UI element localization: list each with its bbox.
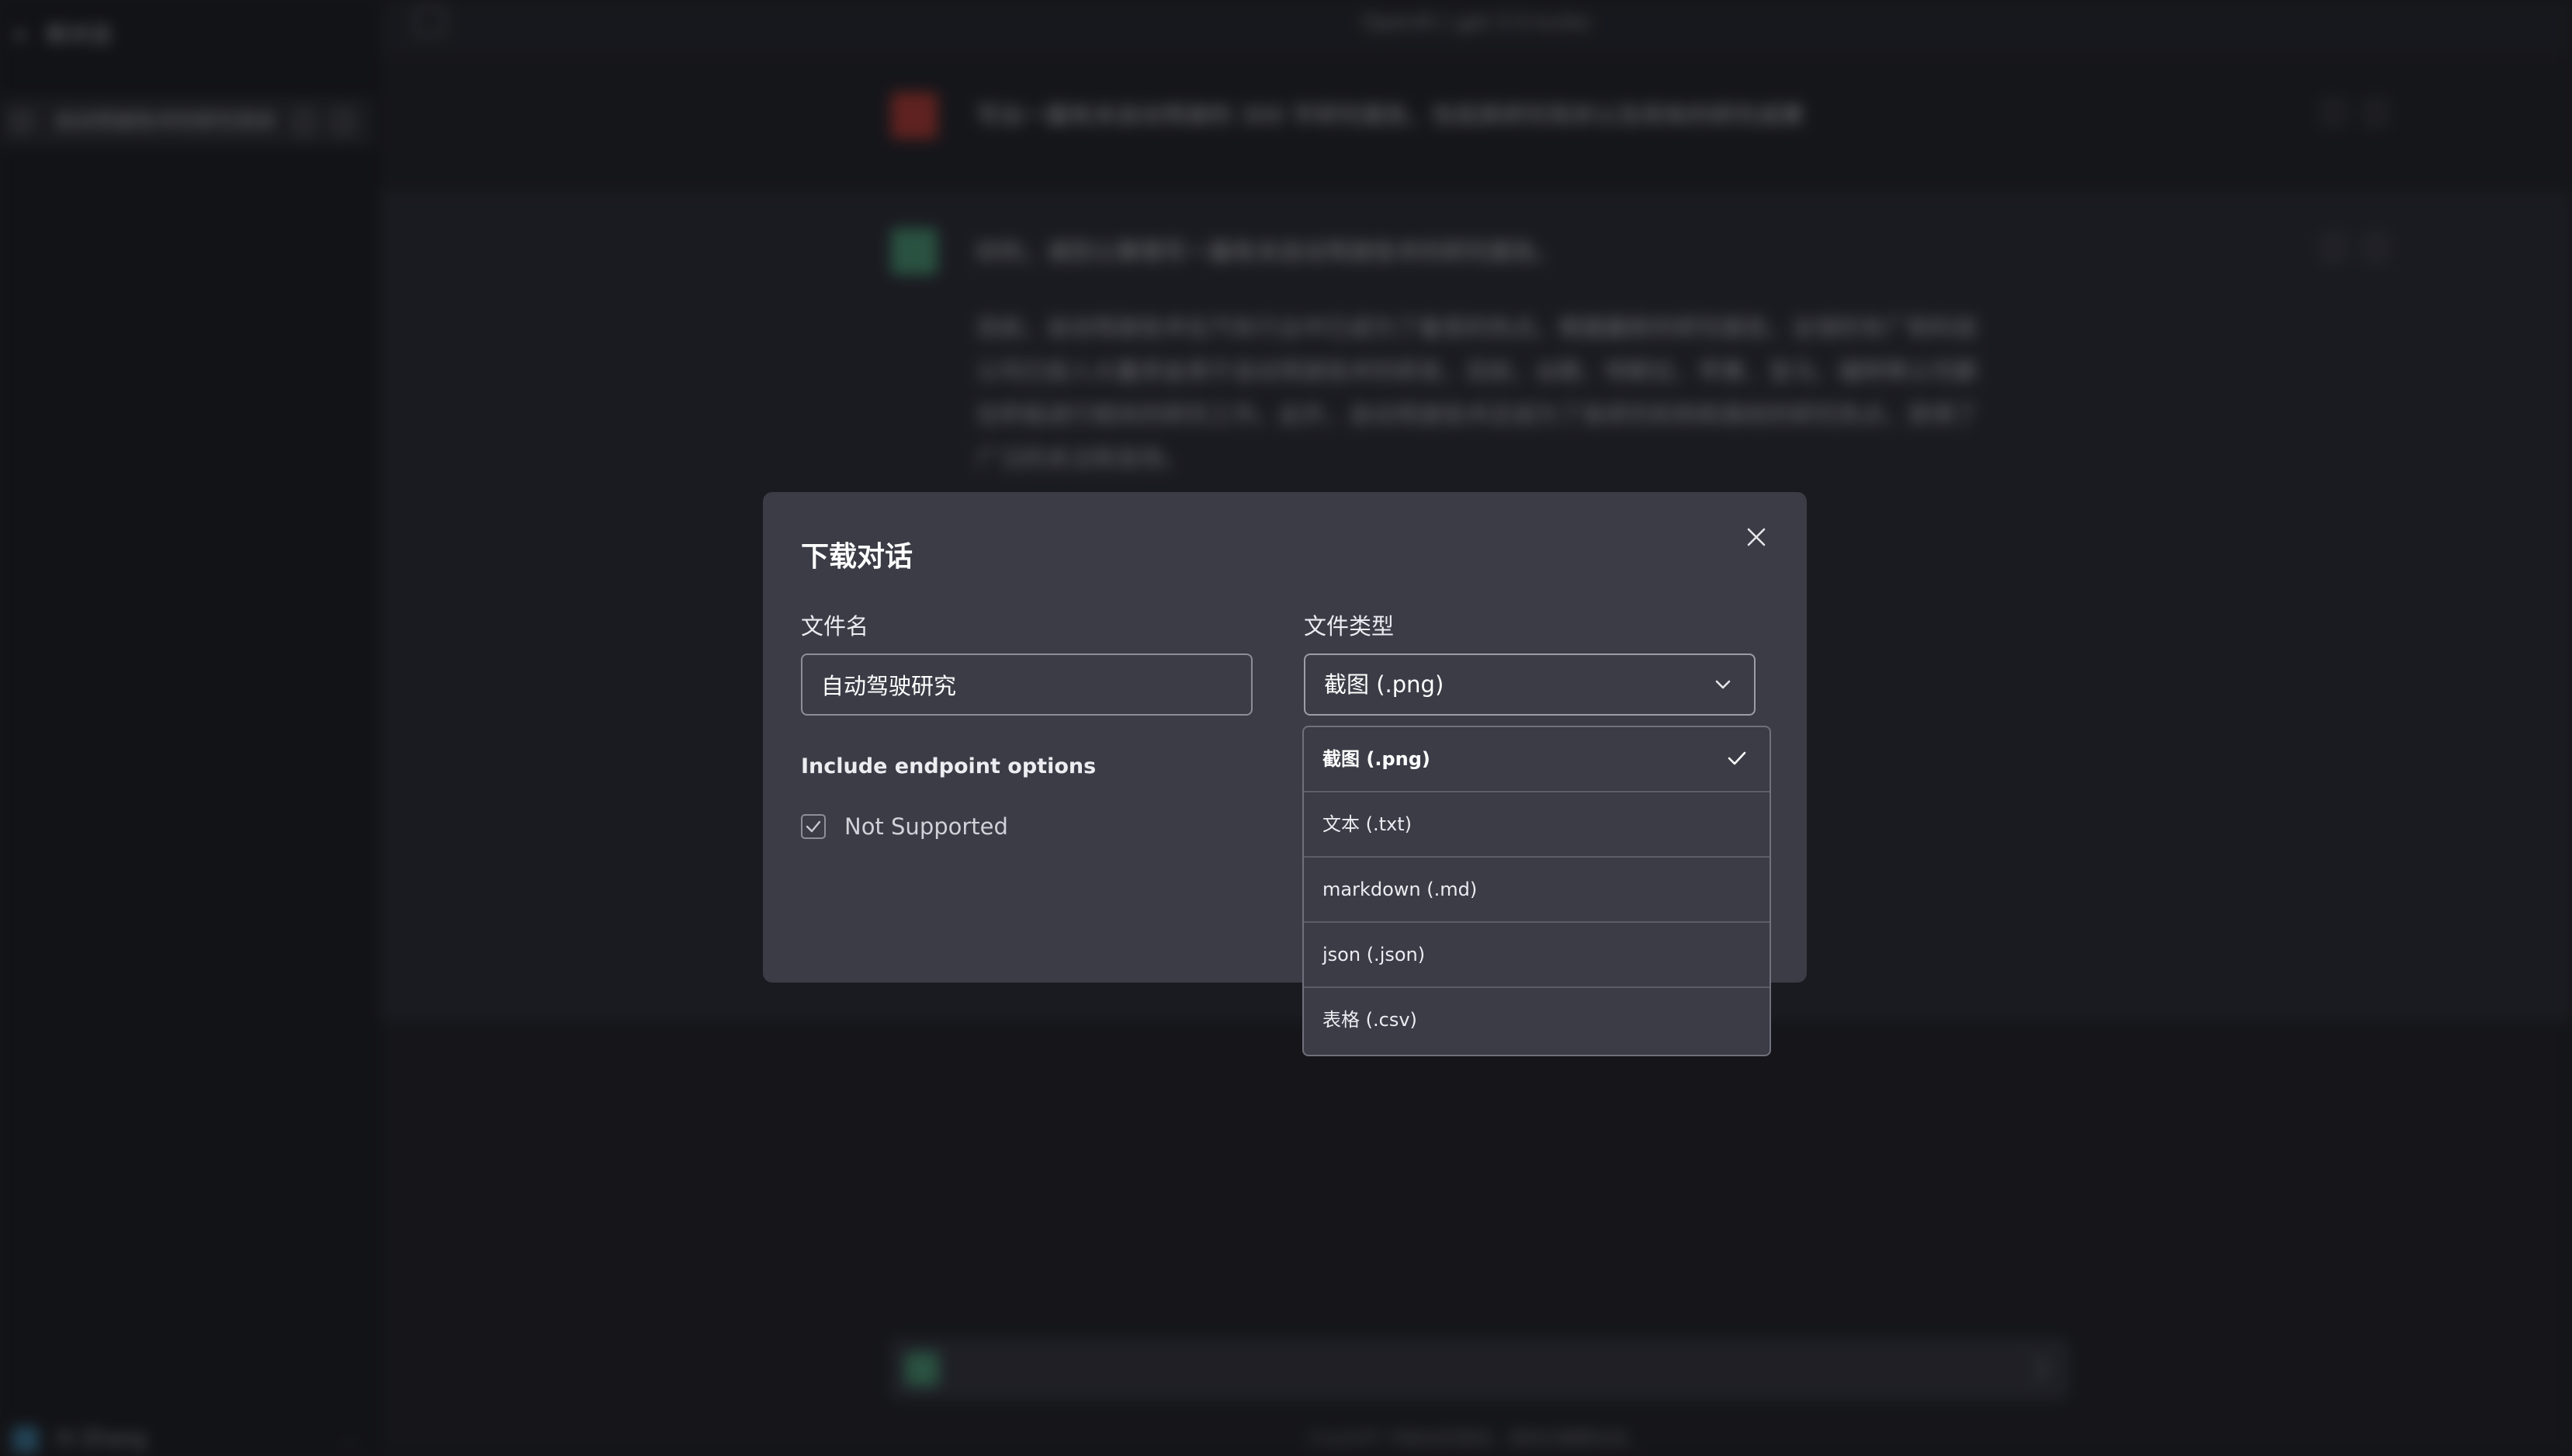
check-icon xyxy=(1728,751,1746,765)
filetype-selected-value: 截图 (.png) xyxy=(1324,671,1444,698)
dropdown-option-csv[interactable]: 表格 (.csv) xyxy=(1304,988,1770,1053)
filename-label: 文件名 xyxy=(801,613,869,640)
dropdown-option-txt[interactable]: 文本 (.txt) xyxy=(1304,792,1770,858)
dropdown-option-md[interactable]: markdown (.md) xyxy=(1304,858,1770,923)
filename-input[interactable] xyxy=(801,653,1253,716)
endpoint-options-checkbox[interactable] xyxy=(801,814,826,839)
close-button[interactable] xyxy=(1735,515,1778,559)
filetype-dropdown: 截图 (.png) 文本 (.txt) markdown (.md) json … xyxy=(1302,726,1771,1056)
endpoint-options-label: Include endpoint options xyxy=(801,754,1097,778)
close-icon xyxy=(1747,528,1766,546)
endpoint-options-row: Not Supported xyxy=(801,809,1008,844)
filetype-label: 文件类型 xyxy=(1304,613,1395,640)
option-label: 表格 (.csv) xyxy=(1322,1009,1417,1031)
check-icon xyxy=(806,820,821,833)
dialog-title: 下载对话 xyxy=(801,541,913,573)
option-label: 文本 (.txt) xyxy=(1322,813,1413,835)
option-label: markdown (.md) xyxy=(1322,879,1478,900)
chevron-down-icon xyxy=(1715,680,1731,689)
dropdown-option-png[interactable]: 截图 (.png) xyxy=(1304,727,1770,792)
option-label: json (.json) xyxy=(1322,944,1426,965)
dropdown-option-json[interactable]: json (.json) xyxy=(1304,923,1770,988)
option-label: 截图 (.png) xyxy=(1322,748,1430,770)
filetype-select[interactable]: 截图 (.png) xyxy=(1304,653,1756,716)
checkbox-label: Not Supported xyxy=(844,813,1008,840)
